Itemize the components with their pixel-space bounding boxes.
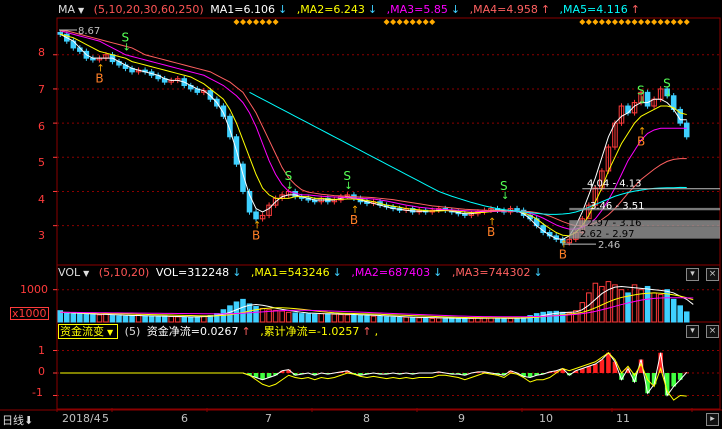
price-tick: 5 bbox=[38, 156, 45, 169]
vol-indicator-selector[interactable]: VOL ▼ bbox=[58, 266, 92, 279]
ma-params: (5,10,20,30,60,250) bbox=[93, 3, 204, 16]
date-tick: 6 bbox=[181, 412, 188, 425]
date-tick: 9 bbox=[458, 412, 465, 425]
volume-header: VOL ▼ (5,10,20) VOL=312248 ↓ ,MA1=543246 ↓ … bbox=[58, 265, 549, 281]
vol-tick: 1000 bbox=[20, 283, 48, 296]
panel-scroll-button[interactable]: ▸ bbox=[706, 413, 719, 426]
flow-tick: -1 bbox=[32, 386, 43, 399]
panel-menu-button[interactable]: ▾ bbox=[686, 268, 699, 281]
vol-ma3-value: ,MA3=744302 ↓ bbox=[451, 266, 543, 279]
date-tick: 11 bbox=[616, 412, 630, 425]
vol-value: VOL=312248 ↓ bbox=[155, 266, 242, 279]
panel-close-button[interactable]: × bbox=[706, 268, 719, 281]
vol-ma1-value: ,MA1=543246 ↓ bbox=[250, 266, 342, 279]
price-header: MA ▼ (5,10,20,30,60,250) MA1=6.106 ↓ ,MA2=… bbox=[58, 2, 646, 18]
period-selector[interactable]: 日线⬇ bbox=[2, 412, 33, 428]
price-tick: 7 bbox=[38, 83, 45, 96]
panel-close-button[interactable]: × bbox=[706, 325, 719, 338]
indicator-selector[interactable]: MA ▼ bbox=[58, 3, 87, 16]
vol-ma2-value: ,MA2=687403 ↓ bbox=[351, 266, 443, 279]
date-tick: 10 bbox=[539, 412, 553, 425]
ma5-value: ,MA5=4.116 ↑ bbox=[559, 3, 640, 16]
date-tick: 8 bbox=[363, 412, 370, 425]
fund-flow-panel[interactable]: 资金流变 ▼ (5) 资金净流=0.0267 ↑ ,累计净流=-1.0257 ↑, 1… bbox=[0, 322, 722, 410]
vol-params: (5,10,20) bbox=[98, 266, 150, 279]
vol-unit: x1000 bbox=[10, 307, 49, 320]
price-tick: 8 bbox=[38, 46, 45, 59]
flow-net-value: 资金净流=0.0267 ↑ bbox=[146, 325, 251, 338]
price-tick: 6 bbox=[38, 120, 45, 133]
price-panel[interactable]: MA ▼ (5,10,20,30,60,250) MA1=6.106 ↓ ,MA2=… bbox=[0, 0, 722, 265]
flow-tick: 0 bbox=[38, 365, 45, 378]
ma4-value: ,MA4=4.958 ↑ bbox=[469, 3, 551, 16]
ma2-value: ,MA2=6.243 ↓ bbox=[296, 3, 378, 16]
date-tick: 5 bbox=[102, 412, 109, 425]
date-tick: 7 bbox=[265, 412, 272, 425]
price-tick: 4 bbox=[38, 193, 45, 206]
panel-menu-button[interactable]: ▾ bbox=[686, 325, 699, 338]
flow-cum-value: ,累计净流=-1.0257 ↑, bbox=[260, 325, 379, 338]
price-tick: 3 bbox=[38, 229, 45, 242]
volume-panel[interactable]: VOL ▼ (5,10,20) VOL=312248 ↓ ,MA1=543246 ↓ … bbox=[0, 265, 722, 322]
flow-param: (5) bbox=[124, 325, 141, 338]
ma3-value: ,MA3=5.85 ↓ bbox=[386, 3, 461, 16]
ma1-value: MA1=6.106 ↓ bbox=[210, 3, 288, 16]
date-tick: 2018/4 bbox=[62, 412, 101, 425]
flow-tick: 1 bbox=[38, 344, 45, 357]
fund-flow-header: 资金流变 ▼ (5) 资金净流=0.0267 ↑ ,累计净流=-1.0257 ↑, bbox=[58, 324, 384, 340]
flow-indicator-selector[interactable]: 资金流变 ▼ bbox=[58, 324, 119, 339]
